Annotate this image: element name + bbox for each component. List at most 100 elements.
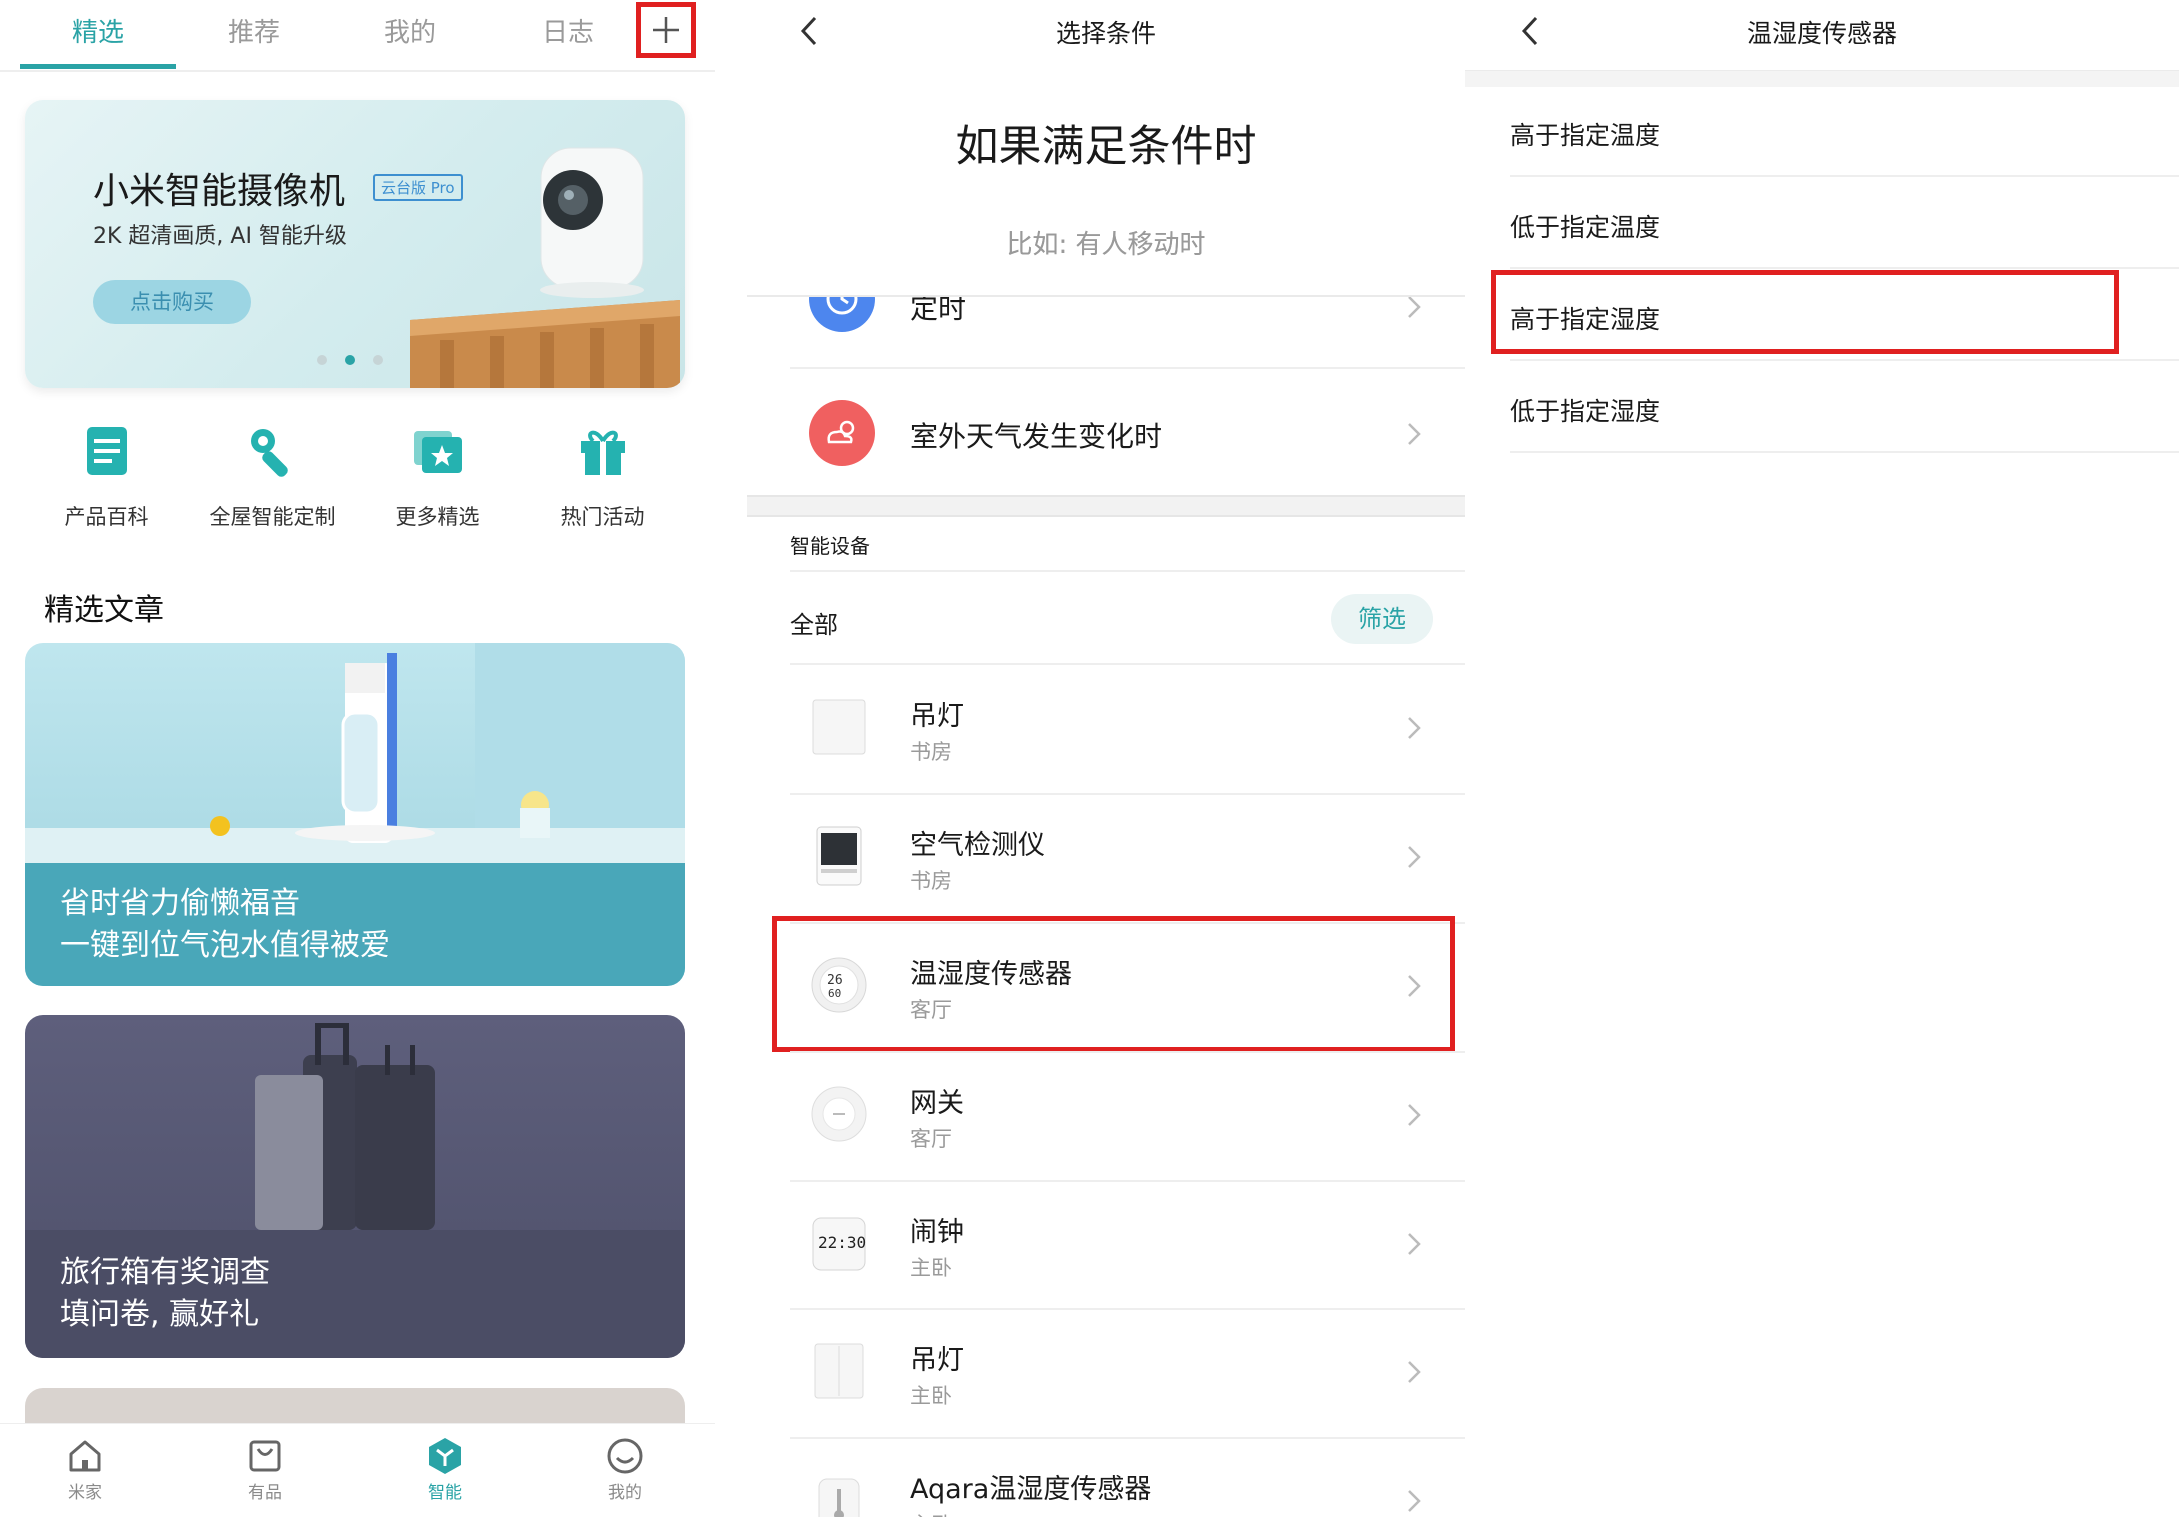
plus-icon bbox=[653, 17, 679, 43]
header-divider bbox=[1465, 70, 2179, 87]
device-name: 闹钟 bbox=[910, 1217, 964, 1248]
tab-recommended[interactable]: 推荐 bbox=[176, 12, 332, 49]
tab-log[interactable]: 日志 bbox=[490, 12, 646, 49]
top-tab-bar: 精选 推荐 我的 日志 bbox=[0, 0, 715, 72]
promo-banner[interactable]: 小米智能摄像机 云台版 Pro 2K 超清画质, AI 智能升级 点击购买 bbox=[25, 100, 685, 388]
condition-hint: 比如: 有人移动时 bbox=[1006, 230, 1206, 260]
banner-tag: 云台版 Pro bbox=[373, 174, 463, 201]
nav-mijia[interactable]: 米家 bbox=[25, 1424, 145, 1503]
section-label: 智能设备 bbox=[790, 534, 870, 558]
device-row[interactable]: 22:30 闹钟 主卧 bbox=[747, 1182, 1465, 1310]
article-caption: 旅行箱有奖调查 填问卷, 赢好礼 bbox=[25, 1230, 685, 1358]
all-devices-label[interactable]: 全部 bbox=[790, 605, 838, 640]
device-room: 主卧 bbox=[910, 1509, 952, 1517]
device-name: 吊灯 bbox=[910, 1345, 964, 1376]
chevron-right-icon bbox=[1408, 1490, 1421, 1512]
add-button[interactable] bbox=[636, 2, 696, 58]
quick-link-label: 产品百科 bbox=[64, 505, 149, 529]
divider bbox=[1510, 359, 2179, 361]
page-title: 选择条件 bbox=[1055, 19, 1156, 48]
home-icon bbox=[69, 1440, 101, 1472]
wrench-icon bbox=[250, 429, 288, 477]
chevron-right-icon bbox=[1408, 846, 1421, 868]
banner-title: 小米智能摄像机 bbox=[93, 171, 346, 212]
weather-icon bbox=[809, 400, 875, 466]
device-row[interactable]: 空气检测仪 书房 bbox=[747, 795, 1465, 923]
carousel-dot[interactable] bbox=[317, 355, 327, 365]
pendant-light-icon bbox=[814, 1343, 864, 1399]
tab-mine[interactable]: 我的 bbox=[332, 12, 488, 49]
carousel-dot[interactable] bbox=[373, 355, 383, 365]
device-room: 主卧 bbox=[910, 1256, 952, 1280]
device-room: 书房 bbox=[910, 869, 952, 893]
selected-device-highlight bbox=[772, 916, 1455, 1052]
divider bbox=[747, 295, 1465, 297]
option-temp-below[interactable]: 低于指定温度 bbox=[1510, 208, 1660, 244]
quick-link-more[interactable]: 更多精选 bbox=[355, 425, 520, 531]
chevron-right-icon bbox=[1408, 1361, 1421, 1383]
nav-youpin[interactable]: 有品 bbox=[205, 1424, 325, 1503]
quick-link-events[interactable]: 热门活动 bbox=[520, 425, 685, 531]
tab-featured[interactable]: 精选 bbox=[20, 12, 176, 49]
section-gap bbox=[747, 495, 1465, 517]
gift-icon bbox=[580, 430, 625, 475]
trigger-weather[interactable]: 室外天气发生变化时 bbox=[747, 370, 1465, 500]
chevron-right-icon bbox=[1408, 423, 1421, 445]
chevron-right-icon bbox=[1408, 717, 1421, 739]
chevron-right-icon bbox=[1408, 296, 1421, 318]
device-room: 客厅 bbox=[910, 1127, 952, 1151]
device-row[interactable]: 吊灯 书房 bbox=[747, 666, 1465, 794]
scroll-mask bbox=[747, 260, 1465, 296]
quick-link-label: 更多精选 bbox=[395, 505, 480, 529]
device-row[interactable]: 网关 客厅 bbox=[747, 1053, 1465, 1181]
filter-button[interactable]: 筛选 bbox=[1331, 594, 1433, 644]
device-room: 书房 bbox=[910, 740, 952, 764]
nav-label: 有品 bbox=[248, 1483, 282, 1503]
section-title: 精选文章 bbox=[44, 593, 164, 628]
suitcase-image bbox=[255, 1023, 435, 1230]
divider bbox=[1510, 451, 2179, 453]
device-row[interactable]: 吊灯 主卧 bbox=[747, 1310, 1465, 1438]
carousel-dot-active[interactable] bbox=[345, 355, 355, 365]
article-title: 旅行箱有奖调查 bbox=[60, 1255, 270, 1290]
option-humidity-below[interactable]: 低于指定湿度 bbox=[1510, 392, 1660, 428]
active-tab-indicator bbox=[20, 64, 176, 69]
divider bbox=[790, 367, 1465, 369]
device-room: 主卧 bbox=[910, 1384, 952, 1408]
trigger-label: 室外天气发生变化时 bbox=[910, 420, 1163, 453]
nav-label: 米家 bbox=[68, 1483, 102, 1503]
article-title: 省时省力偷懒福音 bbox=[60, 886, 300, 921]
clock-display: 22:30 bbox=[818, 1233, 866, 1252]
star-card-icon bbox=[413, 431, 462, 473]
shopping-bag-icon bbox=[249, 1440, 281, 1472]
nav-profile[interactable]: 我的 bbox=[565, 1424, 685, 1503]
nav-label: 我的 bbox=[608, 1483, 642, 1503]
quick-link-whole-home[interactable]: 全屋智能定制 bbox=[190, 425, 355, 531]
article-subtitle: 一键到位气泡水值得被爱 bbox=[60, 928, 390, 963]
header: 选择条件 bbox=[747, 0, 1465, 60]
gateway-icon bbox=[811, 1086, 867, 1142]
divider bbox=[790, 663, 1465, 665]
divider bbox=[1510, 267, 2179, 269]
chevron-right-icon bbox=[1408, 1104, 1421, 1126]
nav-label: 智能 bbox=[428, 1483, 462, 1503]
option-temp-above[interactable]: 高于指定温度 bbox=[1510, 116, 1660, 152]
quick-link-label: 热门活动 bbox=[560, 505, 645, 529]
quick-link-encyclopedia[interactable]: 产品百科 bbox=[24, 425, 189, 531]
article-card[interactable]: 省时省力偷懒福音 一键到位气泡水值得被爱 bbox=[25, 643, 685, 986]
home-panel: 精选 推荐 我的 日志 小米智能摄像机 云台版 Pro 2K 超清画质, AI … bbox=[0, 0, 715, 1517]
device-row[interactable]: Aqara温湿度传感器 主卧 bbox=[747, 1439, 1465, 1517]
thermometer-sensor-icon bbox=[818, 1478, 860, 1517]
camera-product-image bbox=[540, 147, 644, 298]
air-monitor-icon bbox=[816, 826, 862, 886]
banner-subtitle: 2K 超清画质, AI 智能升级 bbox=[93, 224, 347, 249]
selected-option-highlight bbox=[1491, 270, 2119, 354]
device-name: 吊灯 bbox=[910, 701, 964, 732]
article-subtitle: 填问卷, 赢好礼 bbox=[60, 1297, 260, 1332]
pendant-light-icon bbox=[812, 699, 866, 755]
nav-smart[interactable]: 智能 bbox=[385, 1424, 505, 1503]
buy-now-button[interactable]: 点击购买 bbox=[93, 280, 251, 324]
document-icon bbox=[86, 427, 127, 475]
condition-heading: 如果满足条件时 bbox=[955, 122, 1257, 172]
article-card[interactable]: 旅行箱有奖调查 填问卷, 赢好礼 bbox=[25, 1015, 685, 1358]
